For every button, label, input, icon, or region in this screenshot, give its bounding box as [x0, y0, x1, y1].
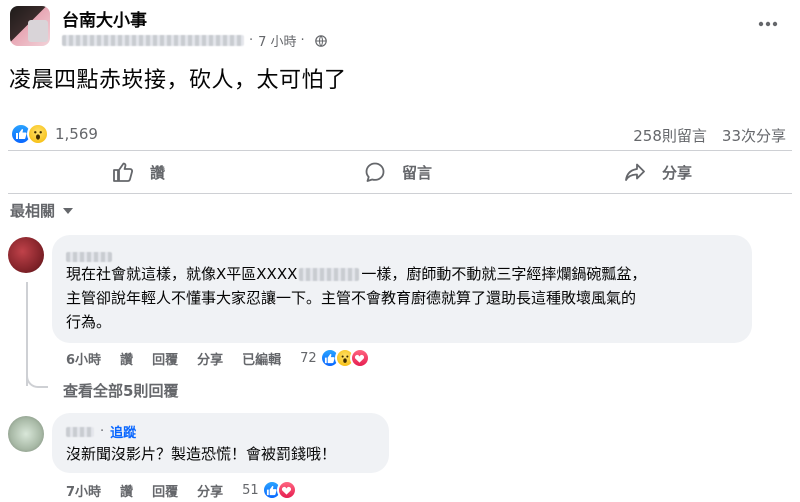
post-time[interactable]: 7 小時 [258, 31, 296, 50]
caret-down-icon [63, 207, 74, 214]
comment-reaction-count-2[interactable]: 51 [242, 483, 259, 498]
meta-dot: · [249, 33, 254, 48]
sort-label: 最相關 [10, 202, 56, 220]
comment-text: 現在社會就這樣，就像X平區XXXX 一樣，廚師動不動就三字經摔爛鍋碗瓢盆， 主管… [66, 262, 746, 334]
like-button-label: 讚 [150, 163, 166, 182]
love-reaction-icon [276, 480, 297, 500]
comment-line-1b: 一樣，廚師動不動就三字經摔爛鍋碗瓢盆， [361, 265, 647, 283]
comment-reaction-count[interactable]: 72 [300, 351, 317, 366]
meta-dot-2: · [300, 33, 305, 48]
more-options-button[interactable] [756, 12, 780, 36]
comment-reply-button[interactable]: 回覆 [152, 349, 178, 368]
comment-actions: 6小時 讚 回覆 分享 已編輯 72 [66, 348, 370, 368]
comment-reactions[interactable] [319, 348, 370, 368]
follow-button[interactable]: 追蹤 [110, 422, 136, 441]
divider-bottom [8, 193, 792, 194]
thumb-up-icon [113, 162, 133, 182]
post-stats: 258則留言 33次分享 [633, 125, 786, 146]
love-reaction-icon [349, 348, 370, 368]
comment-text-2: 沒新聞沒影片？製造恐慌！會被罰錢哦！ [66, 445, 337, 463]
globe-icon [314, 34, 327, 47]
meta-dot-3: · [100, 424, 105, 439]
comment-reply-button-2[interactable]: 回覆 [152, 481, 178, 500]
commenter-avatar[interactable] [8, 237, 44, 273]
page-name[interactable]: 台南大小事 [62, 6, 147, 31]
comment-time-2[interactable]: 7小時 [66, 481, 101, 500]
comment-bubble: 現在社會就這樣，就像X平區XXXX 一樣，廚師動不動就三字經摔爛鍋碗瓢盆， 主管… [52, 235, 752, 343]
share-button[interactable]: 分享 [624, 158, 692, 186]
divider-top [8, 150, 792, 151]
redacted-text [299, 267, 360, 281]
comment-bubble-icon [365, 162, 385, 182]
reaction-summary[interactable]: 1,569 [10, 123, 98, 145]
page-avatar[interactable] [10, 6, 50, 46]
comment-sort-dropdown[interactable]: 最相關 [10, 200, 74, 221]
post-text: 凌晨四點赤崁接，砍人，太可怕了 [9, 68, 347, 93]
share-arrow-icon [625, 163, 645, 181]
share-button-label: 分享 [662, 163, 693, 182]
comment-bubble-2: · 追蹤 沒新聞沒影片？製造恐慌！會被罰錢哦！ [52, 413, 389, 473]
comment-line-2: 主管卻說年輕人不懂事大家忍讓一下。主管不會教育廚德就算了還助長這種敗壞風氣的 [66, 289, 637, 307]
comment-like-button[interactable]: 讚 [120, 349, 133, 368]
comment-actions-2: 7小時 讚 回覆 分享 51 [66, 480, 297, 500]
comment-share-button-2[interactable]: 分享 [197, 481, 223, 500]
blurred-username [62, 35, 244, 46]
more-horizontal-icon [758, 21, 778, 27]
comment-line-3: 行為。 [66, 313, 112, 331]
comment-line-1a: 現在社會就這樣，就像X平區XXXX [66, 265, 298, 283]
comment-share-button[interactable]: 分享 [197, 349, 223, 368]
wow-reaction-icon [27, 123, 49, 145]
commenter-name-blurred-2[interactable] [66, 426, 94, 437]
comment-like-button-2[interactable]: 讚 [120, 481, 133, 500]
comment-button-label: 留言 [402, 163, 433, 182]
view-all-replies-link[interactable]: 查看全部5則回覆 [63, 380, 178, 401]
comment-reactions-2[interactable] [261, 480, 297, 500]
comment-count[interactable]: 258則留言 [633, 125, 707, 146]
thread-connector [26, 366, 48, 388]
comment-button[interactable]: 留言 [364, 158, 432, 186]
post-meta: · 7 小時 · [62, 31, 327, 50]
commenter-header: · 追蹤 [66, 422, 136, 441]
share-count[interactable]: 33次分享 [722, 125, 786, 146]
edited-label[interactable]: 已編輯 [242, 349, 281, 368]
comment-time[interactable]: 6小時 [66, 349, 101, 368]
like-button[interactable]: 讚 [112, 158, 165, 186]
commenter-avatar-2[interactable] [8, 416, 44, 452]
reaction-count[interactable]: 1,569 [55, 125, 98, 143]
